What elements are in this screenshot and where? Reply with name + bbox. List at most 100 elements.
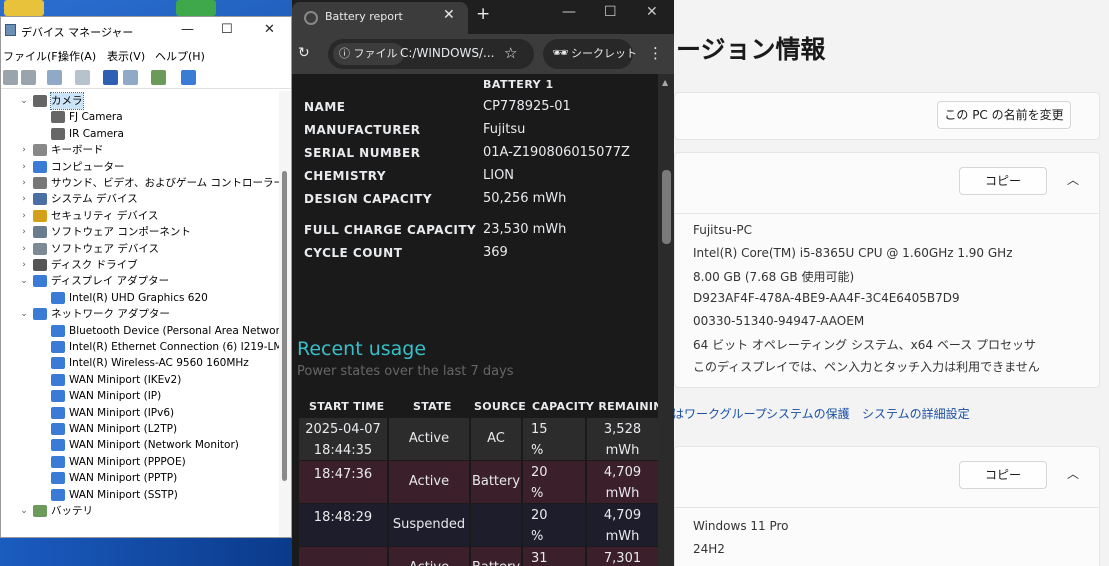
tree-item[interactable]: › キーボード — [1, 142, 279, 158]
tree-item-label: コンピューター — [51, 160, 125, 173]
page-title: ージョン情報 — [676, 35, 826, 64]
scrollbar-thumb[interactable] — [282, 171, 287, 481]
properties-icon[interactable] — [75, 70, 90, 85]
page-scrollbar[interactable]: ▲ — [658, 74, 674, 566]
scan-hardware-icon[interactable] — [151, 70, 166, 85]
chevron-right-icon[interactable]: › — [19, 159, 29, 175]
view-icon[interactable] — [47, 70, 62, 85]
cell-capacity-percent: 15% — [523, 418, 585, 460]
chevron-down-icon[interactable]: ⌄ — [19, 306, 29, 322]
cell-capacity-mwh-text: 4,709 — [603, 465, 642, 480]
help-icon[interactable] — [103, 70, 118, 85]
tree-item[interactable]: Intel(R) Ethernet Connection (6) I219-LM — [1, 339, 279, 355]
bookmark-star-icon[interactable]: ☆ — [504, 44, 517, 62]
tree-item-label: ディスク ドライブ — [51, 259, 138, 271]
chevron-right-icon[interactable]: › — [19, 224, 29, 240]
tree-item[interactable]: › ディスク ドライブ — [1, 257, 279, 273]
incognito-badge[interactable]: 🕶 シークレット — [543, 39, 637, 69]
scrollbar-thumb[interactable] — [662, 170, 671, 244]
back-arrow-icon[interactable] — [3, 70, 18, 85]
chevron-right-icon[interactable]: › — [19, 142, 29, 158]
tree-item[interactable]: WAN Miniport (SSTP) — [1, 487, 279, 503]
maximize-button[interactable]: ☐ — [604, 4, 617, 20]
tree-item-label: WAN Miniport (PPPOE) — [69, 455, 186, 468]
monitor-icon[interactable] — [181, 70, 196, 85]
minimize-button[interactable]: — — [181, 22, 194, 37]
tree-item[interactable]: WAN Miniport (PPPOE) — [1, 454, 279, 470]
tree-item[interactable]: › システム デバイス — [1, 191, 279, 207]
rename-pc-button[interactable]: この PC の名前を変更 — [937, 101, 1071, 129]
forward-arrow-icon[interactable] — [21, 70, 36, 85]
copy-device-specs-button[interactable]: コピー — [959, 167, 1047, 195]
tree-item[interactable]: WAN Miniport (Network Monitor) — [1, 437, 279, 453]
tree-item[interactable]: ⌄ ディスプレイ アダプター — [1, 273, 279, 289]
chevron-right-icon[interactable]: › — [19, 241, 29, 257]
globe-icon — [304, 11, 318, 25]
link-system-protection[interactable]: システムの保護 — [766, 405, 850, 422]
tree-item-label: WAN Miniport (PPTP) — [69, 472, 178, 485]
scroll-up-arrow-icon[interactable]: ▲ — [662, 78, 668, 87]
tree-item[interactable]: › ソフトウェア デバイス — [1, 241, 279, 257]
maximize-button[interactable]: ☐ — [221, 22, 233, 37]
tree-item[interactable]: WAN Miniport (IPv6) — [1, 405, 279, 421]
menu-bar: ファイル(F) 操作(A) 表示(V) ヘルプ(H) — [1, 45, 291, 65]
toolbar — [1, 67, 291, 89]
tree-scrollbar[interactable] — [279, 91, 291, 537]
chevron-right-icon[interactable]: › — [19, 191, 29, 207]
copy-windows-specs-button[interactable]: コピー — [959, 461, 1047, 489]
chevron-down-icon[interactable]: ⌄ — [19, 503, 29, 519]
desktop-shortcut-icon[interactable] — [4, 0, 44, 16]
close-tab-icon[interactable]: ✕ — [443, 7, 455, 23]
cell-capacity-mwh: 4,709 mWh — [587, 461, 658, 503]
menu-action[interactable]: 操作(A) — [58, 48, 96, 64]
spec-edition: Windows 11 Pro — [693, 519, 789, 533]
browser-menu-icon[interactable]: ⋮ — [648, 44, 663, 62]
chevron-up-icon[interactable]: ︿ — [1067, 171, 1079, 188]
chevron-right-icon[interactable]: › — [19, 175, 29, 191]
tree-item[interactable]: Intel(R) UHD Graphics 620 — [1, 290, 279, 306]
close-window-button[interactable]: ✕ — [264, 22, 275, 37]
site-info-chip[interactable]: ⓘ ファイル — [333, 43, 404, 65]
chevron-right-icon[interactable]: › — [19, 257, 29, 273]
url-text[interactable]: C:/WINDOWS/... — [400, 46, 495, 60]
tree-item[interactable]: ⌄ カメラ — [1, 92, 279, 110]
tree-item[interactable]: IR Camera — [1, 126, 279, 142]
tree-item[interactable]: Intel(R) Wireless-AC 9560 160MHz — [1, 355, 279, 371]
menu-help[interactable]: ヘルプ(H) — [155, 48, 205, 64]
tree-item[interactable]: WAN Miniport (IKEv2) — [1, 372, 279, 388]
menu-file[interactable]: ファイル(F) — [3, 48, 62, 64]
tree-item[interactable]: Bluetooth Device (Personal Area Network) — [1, 323, 279, 339]
tree-item[interactable]: › ソフトウェア コンポーネント — [1, 224, 279, 240]
view-icon[interactable] — [123, 70, 138, 85]
close-window-button[interactable]: ✕ — [646, 4, 658, 20]
tree-item[interactable]: WAN Miniport (L2TP) — [1, 421, 279, 437]
chevron-down-icon[interactable]: ⌄ — [19, 93, 29, 109]
link-advanced-settings[interactable]: システムの詳細設定 — [862, 405, 970, 422]
chevron-up-icon[interactable]: ︿ — [1067, 465, 1079, 482]
address-bar[interactable]: ⓘ ファイル C:/WINDOWS/... ☆ — [328, 39, 534, 69]
tree-item[interactable]: ⌄ バッテリ — [1, 503, 279, 519]
tree-item[interactable]: ⌄ ネットワーク アダプター — [1, 306, 279, 322]
cell-state-text: Active — [408, 431, 450, 446]
tree-item[interactable]: FJ Camera — [1, 109, 279, 125]
new-tab-button[interactable]: + — [476, 4, 490, 24]
minimize-button[interactable]: — — [562, 4, 576, 20]
tree-item[interactable]: WAN Miniport (IP) — [1, 388, 279, 404]
tree-item[interactable]: › コンピューター — [1, 159, 279, 175]
recent-usage-subtitle: Power states over the last 7 days — [297, 364, 514, 379]
menu-view[interactable]: 表示(V) — [107, 48, 145, 64]
link-workgroup[interactable]: はワークグループ — [672, 405, 767, 422]
network-icon — [33, 308, 47, 321]
desktop-shortcut-icon[interactable] — [176, 0, 216, 16]
tree-item[interactable]: › セキュリティ デバイス — [1, 208, 279, 224]
incognito-icon: 🕶 — [552, 46, 569, 61]
chevron-right-icon[interactable]: › — [19, 208, 29, 224]
reload-icon[interactable]: ↻ — [298, 45, 310, 61]
field-value: LION — [483, 168, 515, 183]
tree-item[interactable]: WAN Miniport (PPTP) — [1, 470, 279, 486]
folder-icon — [33, 193, 47, 206]
chevron-down-icon[interactable]: ⌄ — [19, 273, 29, 289]
tab-battery-report[interactable]: Battery report ✕ — [292, 2, 468, 34]
spec-processor: Intel(R) Core(TM) i5-8365U CPU @ 1.60GHz… — [693, 246, 1013, 260]
tree-item[interactable]: › サウンド、ビデオ、およびゲーム コントローラー — [1, 175, 279, 191]
